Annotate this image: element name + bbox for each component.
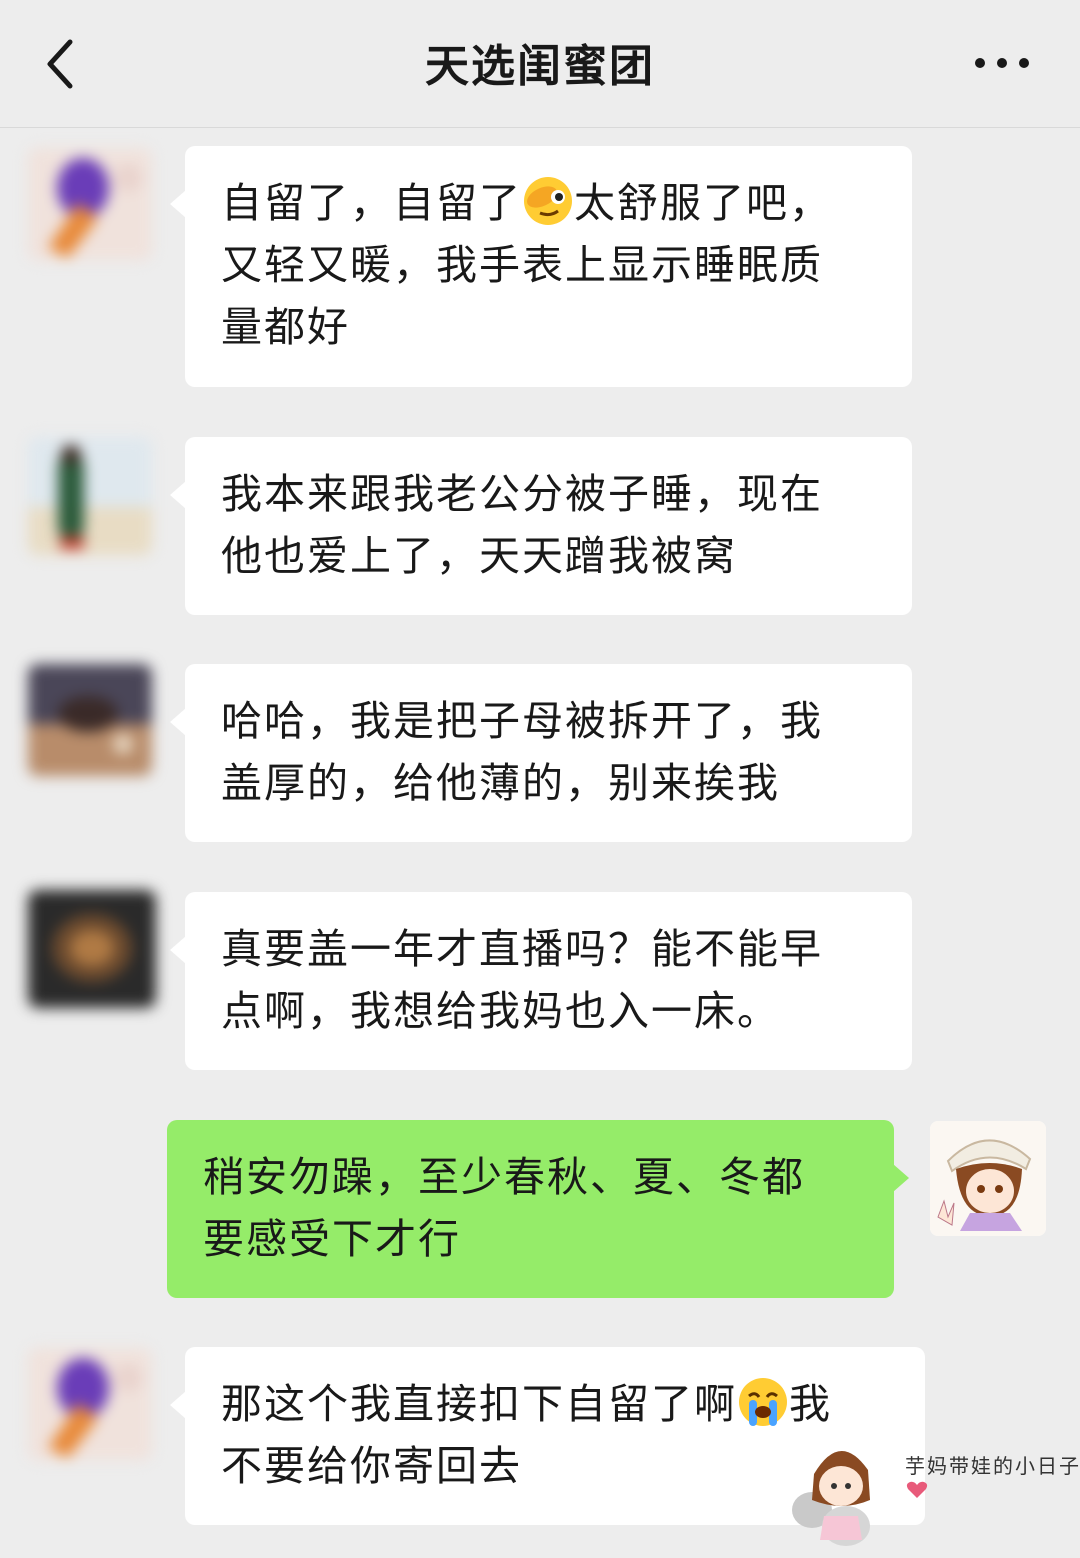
- avatar[interactable]: [28, 437, 152, 555]
- loudly-crying-face-emoji: [739, 1378, 787, 1426]
- message-bubble[interactable]: 哈哈，我是把子母被拆开了，我 盖厚的，给他薄的，别来挨我: [170, 664, 912, 842]
- avatar[interactable]: [28, 664, 152, 776]
- avatar[interactable]: [28, 148, 152, 260]
- watermark: 芋妈带娃的小日子: [790, 1430, 1080, 1558]
- message-bubble[interactable]: 我本来跟我老公分被子睡，现在 他也爱上了，天天蹭我被窝: [170, 437, 912, 615]
- avatar[interactable]: [28, 890, 156, 1008]
- chat-title: 天选闺蜜团: [425, 41, 655, 92]
- heart-icon: [906, 1481, 928, 1498]
- avatar[interactable]: [28, 1348, 152, 1460]
- message-bubble[interactable]: 真要盖一年才直播吗？能不能早 点啊，我想给我妈也入一床。: [170, 892, 912, 1070]
- watermark-logo: [792, 1450, 870, 1546]
- avatar[interactable]: [930, 1121, 1046, 1236]
- watermark-text: 芋妈带娃的小日子: [905, 1454, 1080, 1478]
- message-bubble-self[interactable]: 稍安勿躁，至少春秋、夏、冬都 要感受下才行: [167, 1120, 909, 1298]
- face-with-hand-over-eye-emoji: [524, 177, 572, 225]
- chat-header: 天选闺蜜团: [0, 0, 1080, 128]
- message-bubble[interactable]: 自留了，自留了 太舒服了吧， 又轻又暖，我手表上显示睡眠质 量都好: [170, 146, 912, 387]
- more-dots-icon[interactable]: [972, 48, 1032, 78]
